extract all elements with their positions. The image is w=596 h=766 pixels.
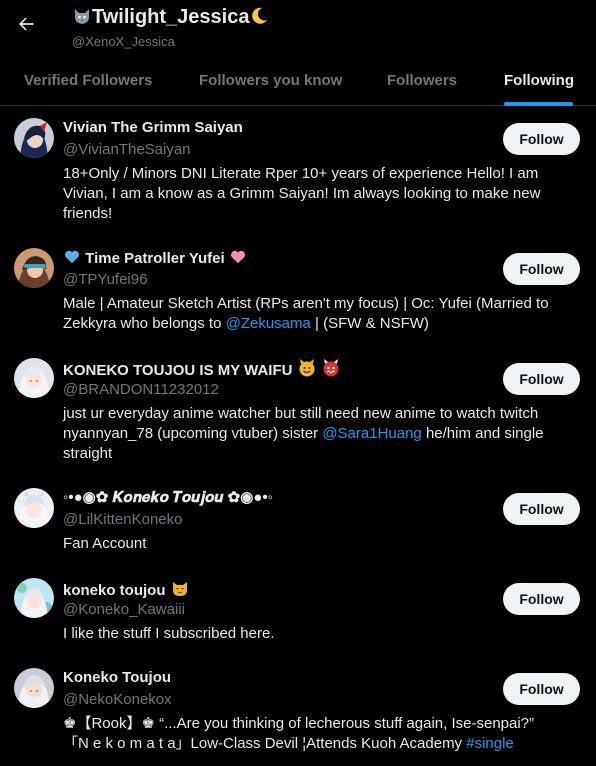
profile-title-block: Twilight_Jessica @XenoX_Jessica: [72, 4, 269, 50]
user-bio: just ur everyday anime watcher but still…: [63, 404, 579, 464]
list-item[interactable]: Time Patroller Yufei @TPYufei96 Follow M…: [0, 236, 596, 346]
follow-button[interactable]: Follow: [503, 493, 580, 525]
bio-text: ♚【Rook】♚ “...Are you thinking of lechero…: [63, 715, 535, 732]
follow-button[interactable]: Follow: [503, 123, 580, 155]
avatar[interactable]: [14, 668, 54, 708]
bio-text: | (SFW & NSFW): [310, 315, 429, 332]
user-display-name-text: KONEKO TOUJOU IS MY WAIFU: [63, 362, 293, 379]
profile-title: Twilight_Jessica: [72, 4, 269, 33]
blue-heart-icon: [63, 248, 81, 272]
tab-followers-you-know[interactable]: Followers you know: [199, 54, 342, 106]
hashtag-link[interactable]: #single: [466, 735, 514, 752]
back-arrow-icon[interactable]: [14, 12, 38, 36]
user-bio: Male | Amateur Sketch Artist (RPs aren't…: [63, 294, 579, 334]
follow-button[interactable]: Follow: [503, 583, 580, 615]
tab-following[interactable]: Following: [504, 54, 574, 106]
list-item[interactable]: koneko toujou @Koneko_Kawaiii Follow I l…: [0, 566, 596, 656]
avatar[interactable]: [14, 248, 54, 288]
user-display-name[interactable]: Time Patroller Yufei: [63, 248, 247, 272]
user-display-name[interactable]: Vivian The Grimm Saiyan: [63, 118, 243, 138]
crescent-moon-icon: [249, 6, 269, 33]
user-handle[interactable]: @Koneko_Kawaiii: [63, 600, 185, 620]
user-handle[interactable]: @BRANDON11232012: [63, 380, 219, 400]
ogre-mask-icon: [321, 358, 341, 384]
follow-button[interactable]: Follow: [503, 363, 580, 395]
user-display-name-text: Time Patroller Yufei: [85, 250, 225, 267]
tab-verified-followers[interactable]: Verified Followers: [24, 54, 152, 106]
follow-button[interactable]: Follow: [503, 673, 580, 705]
mention-link[interactable]: @Sara1Huang: [322, 425, 421, 442]
user-handle[interactable]: @VivianTheSaiyan: [63, 140, 191, 160]
user-bio: 18+Only / Minors DNI Literate Rper 10+ y…: [63, 165, 541, 222]
profile-handle: @XenoX_Jessica: [72, 34, 175, 49]
follow-button[interactable]: Follow: [503, 253, 580, 285]
user-handle[interactable]: @LilKittenKoneko: [63, 510, 182, 530]
user-handle[interactable]: @NekoKonekox: [63, 690, 172, 710]
avatar[interactable]: [14, 578, 54, 618]
list-item[interactable]: ◦•●◉✿ 𝑲𝒐𝒏𝒆𝒌𝒐 𝑻𝒐𝒖𝒋𝒐𝒖 ✿◉●•◦ @LilKittenKone…: [0, 476, 596, 566]
list-item[interactable]: Koneko Toujou @NekoKonekox Follow ♚【Rook…: [0, 656, 596, 766]
user-handle[interactable]: @TPYufei96: [63, 270, 147, 290]
user-bio: I like the stuff I subscribed here.: [63, 625, 275, 642]
tab-followers[interactable]: Followers: [387, 54, 457, 106]
user-display-name-text: koneko toujou: [63, 582, 166, 599]
pink-heart-icon: [229, 248, 247, 272]
bio-text: 「N e k o m a t a」Low-Class Devil ¦Attend…: [63, 735, 467, 752]
wolf-emoji-icon: [72, 6, 92, 33]
user-display-name[interactable]: Koneko Toujou: [63, 668, 171, 688]
user-display-name[interactable]: ◦•●◉✿ 𝑲𝒐𝒏𝒆𝒌𝒐 𝑻𝒐𝒖𝒋𝒐𝒖 ✿◉●•◦: [63, 488, 273, 508]
profile-header: Twilight_Jessica @XenoX_Jessica: [0, 0, 596, 52]
list-item[interactable]: Vivian The Grimm Saiyan @VivianTheSaiyan…: [0, 106, 596, 236]
list-item[interactable]: KONEKO TOUJOU IS MY WAIFU @BRANDON112320…: [0, 346, 596, 476]
user-bio: Fan Account: [63, 535, 147, 552]
avatar[interactable]: [14, 358, 54, 398]
user-bio: ♚【Rook】♚ “...Are you thinking of lechero…: [63, 714, 579, 754]
follow-tabs: Verified Followers Followers you know Fo…: [0, 54, 596, 106]
smiling-devil-icon: [297, 358, 317, 384]
profile-name: Twilight_Jessica: [92, 6, 250, 28]
avatar[interactable]: [14, 118, 54, 158]
bio-text-line: 「N e k o m a t a」Low-Class Devil ¦Attend…: [63, 734, 579, 754]
mention-link[interactable]: @Zekusama: [226, 315, 311, 332]
avatar[interactable]: [14, 488, 54, 528]
